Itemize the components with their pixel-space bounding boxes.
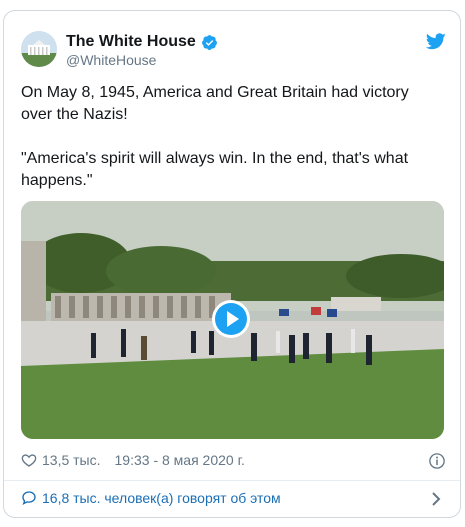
discussion-text[interactable]: 16,8 тыс. человек(а) говорят об этом <box>42 490 281 506</box>
chevron-right-icon[interactable] <box>430 492 442 506</box>
avatar[interactable] <box>21 31 57 67</box>
video-media[interactable] <box>21 201 444 439</box>
tweet-card: The White House @WhiteHouse On May 8, 19… <box>3 10 461 518</box>
heart-icon[interactable] <box>21 452 37 468</box>
verified-badge-icon <box>201 34 217 50</box>
info-icon[interactable] <box>428 452 446 470</box>
timestamp[interactable]: 19:33 - 8 мая 2020 г. <box>115 452 245 468</box>
twitter-bird-icon[interactable] <box>426 33 446 50</box>
author-name[interactable]: The White House <box>66 32 196 52</box>
divider <box>4 480 460 481</box>
author-name-row[interactable]: The White House <box>66 32 218 52</box>
tweet-meta: 13,5 тыс. 19:33 - 8 мая 2020 г. <box>21 452 245 468</box>
author-handle[interactable]: @WhiteHouse <box>66 52 156 68</box>
tweet-text: On May 8, 1945, America and Great Britai… <box>21 84 409 189</box>
play-icon[interactable] <box>211 299 251 339</box>
likes-count[interactable]: 13,5 тыс. <box>42 452 101 468</box>
discussion-link[interactable]: 16,8 тыс. человек(а) говорят об этом <box>21 490 281 506</box>
speech-bubble-icon <box>22 491 36 506</box>
